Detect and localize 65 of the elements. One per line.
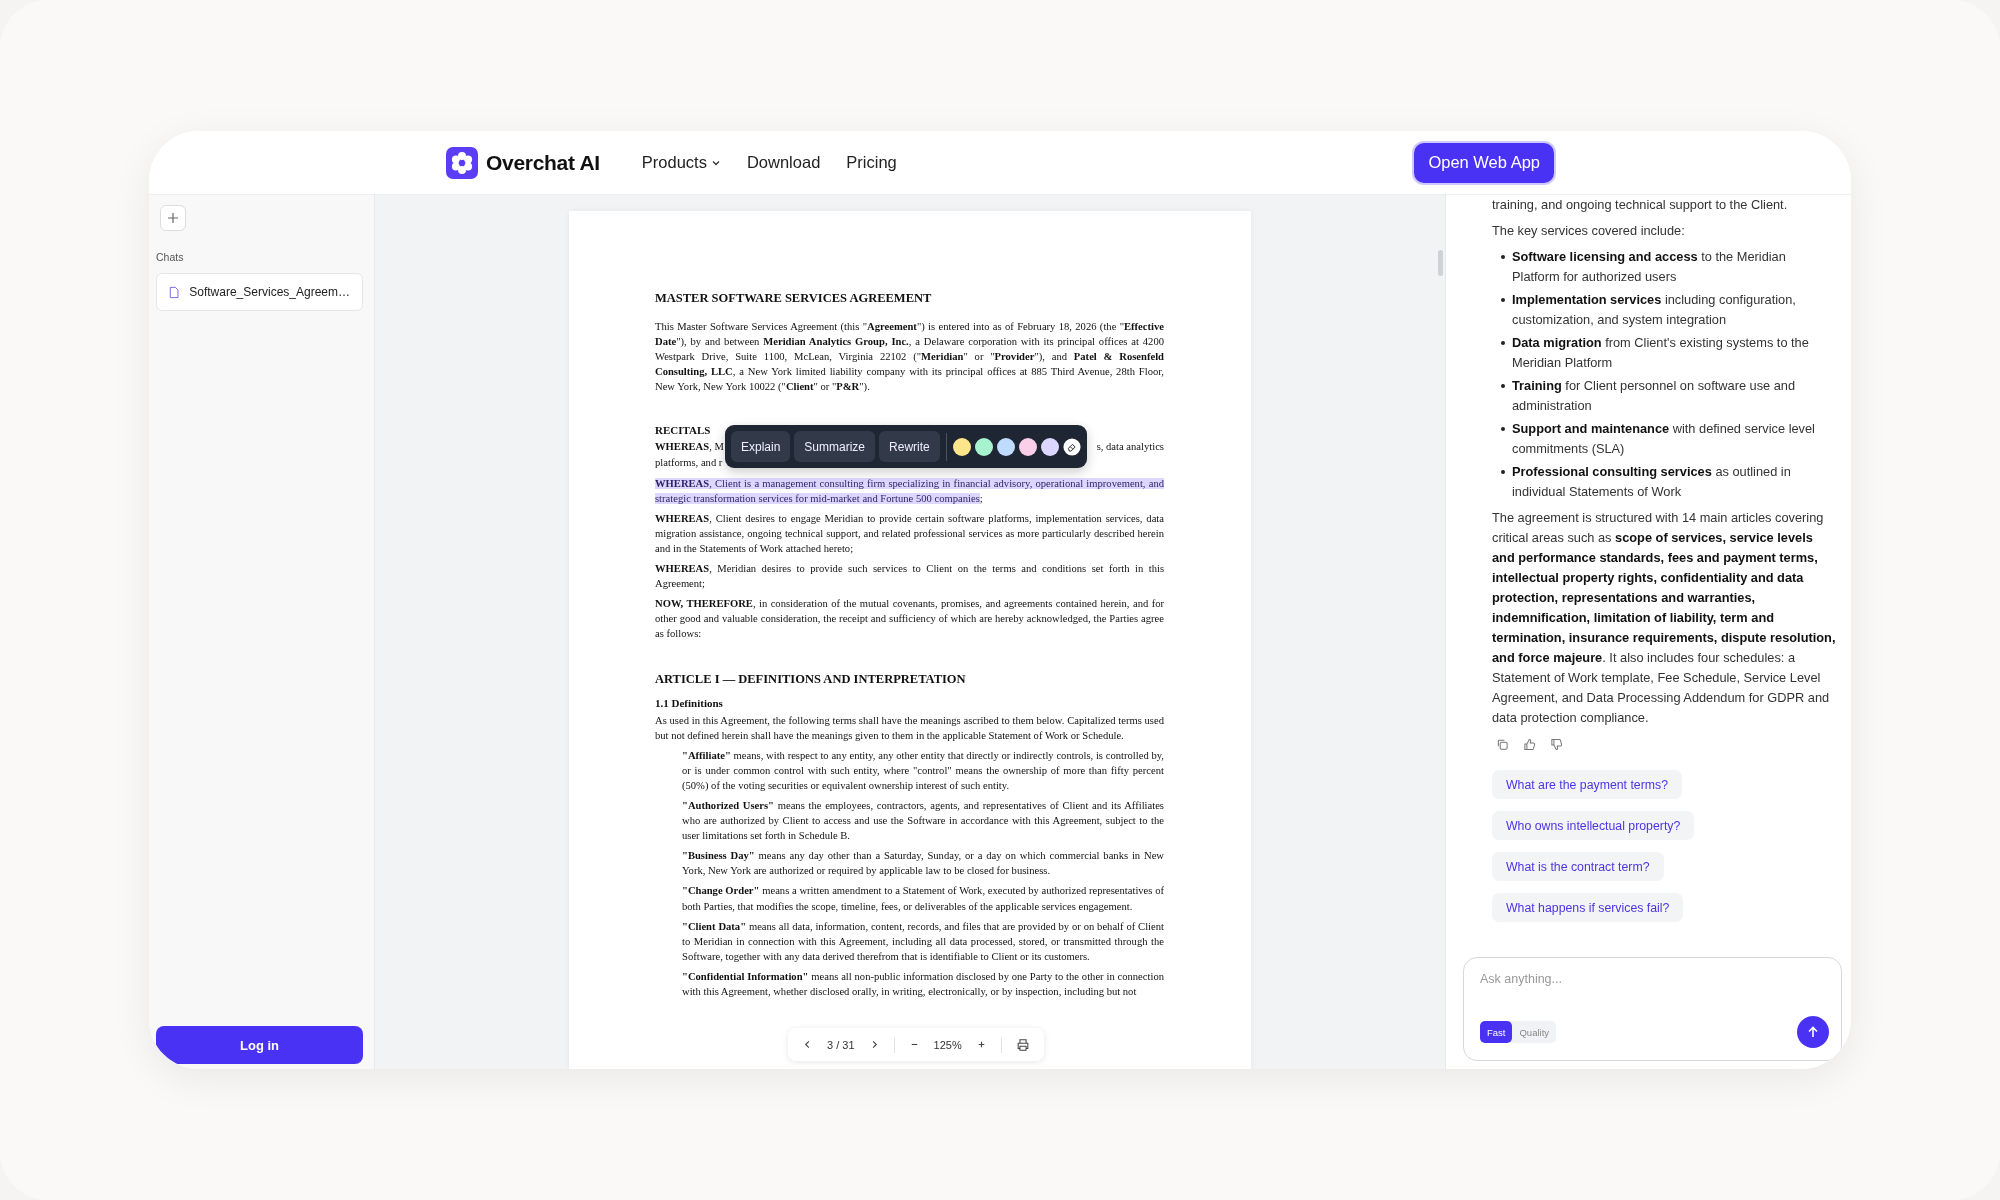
definition-paragraph: "Authorized Users" means the employees, contractors, agents, and representatives of Client and its Affiliates who are authorized by Client to access and use the Software in accordance with this Agreement, subject to the user limitations set forth in Schedule B.: [682, 798, 1164, 844]
definition-paragraph: "Client Data" means all data, information, content, records, and files that are provided by or on behalf of Client to Meridian in connection with this Agreement, including all data processed, stored, or transmitted through the Software, together with any data derived therefrom that is identifiable to Client or its customers.: [682, 919, 1164, 964]
login-button[interactable]: Log in: [156, 1026, 363, 1064]
file-icon: [169, 285, 180, 299]
highlight-swatch[interactable]: [1018, 437, 1037, 456]
plus-icon: [167, 212, 179, 224]
highlight-swatch[interactable]: [974, 437, 993, 456]
subsection-heading: 1.1 Definitions: [655, 696, 724, 709]
bullet-icon: [1501, 427, 1505, 431]
highlight-swatch[interactable]: [996, 437, 1015, 456]
paragraph-fragment: platforms, and r: [655, 456, 723, 468]
message-input[interactable]: Ask anything...: [1480, 972, 1829, 986]
paragraph: NOW, THEREFORE, in consideration of the mutual covenants, promises, and agreements contained herein, and for other good and valuable consideration, the receipt and sufficiency of which are hereby acknowledged, the Parties agree as follows:: [655, 597, 1164, 642]
suggestion-chip[interactable]: Who owns intellectual property?: [1492, 811, 1695, 840]
suggestion-chip[interactable]: What are the payment terms?: [1492, 770, 1682, 799]
send-button[interactable]: [1797, 1016, 1829, 1048]
brand-name[interactable]: Overchat AI: [486, 150, 600, 175]
paragraph: This Master Software Services Agreement (this "Agreement") is entered into as of February 18, 2026 (the "Effective Date"), by and between Meridian Analytics Group, Inc., a Delaware corporation with its principal offices at 4200 Westpark Drive, Suite 1100, McLean, Virginia 22102 ("Meridian" or "Provider"), and Patel & Rosenfeld Consulting, LLC, a New York limited liability company with its principal offices at 885 Third Avenue, 28th Floor, New York, New York 10022 ("Client" or "P&R").: [655, 320, 1164, 395]
scrollbar-thumb[interactable]: [1438, 250, 1443, 276]
bullet-icon: [1501, 341, 1505, 345]
nav-link[interactable]: Pricing: [846, 153, 897, 172]
thumbs-down-icon[interactable]: [1550, 738, 1563, 751]
zoom-level: 125%: [933, 1038, 962, 1051]
section-label: Chats: [156, 251, 185, 263]
paragraph: As used in this Agreement, the following terms shall have the meanings ascribed to them below. Capitalized terms used but not defined herein shall have the meanings given to them in the applicable Statement of Work or Schedule.: [655, 713, 1164, 743]
paragraph: WHEREAS, Client is a management consulting firm specializing in financial advisory, operational improvement, and strategic transformation services for mid-market and Fortune 500 companies;: [655, 476, 1164, 506]
list-item-text: Professional consulting services as outlined in individual Statements of Work: [1512, 463, 1792, 501]
bullet-icon: [1501, 470, 1505, 474]
definition-paragraph: "Business Day" means any day other than a Saturday, Sunday, or a day on which commercial banks in New York, New York are authorized or required by applicable law to be closed for business.: [682, 849, 1164, 879]
definition-paragraph: "Change Order" means a written amendment to a Statement of Work, executed by authorized representatives of both Parties, that modifies the scope, timeline, fees, or deliverables of the applicable services engagement.: [682, 884, 1164, 914]
highlight-swatch[interactable]: [1040, 437, 1059, 456]
eraser-icon[interactable]: [1062, 437, 1081, 456]
answer-text: training, and ongoing technical support to the Client.: [1492, 196, 1789, 214]
nav-link[interactable]: Products: [641, 153, 721, 172]
chat-item[interactable]: Software_Services_Agreem…: [156, 273, 363, 311]
nav-link[interactable]: Download: [746, 153, 821, 172]
answer-text: The key services covered include:: [1492, 222, 1686, 240]
suggestion-chip[interactable]: What happens if services fail?: [1492, 893, 1684, 922]
thumbs-up-icon[interactable]: [1523, 738, 1536, 751]
copy-icon[interactable]: [1496, 738, 1509, 751]
definition-paragraph: "Confidential Information" means all non-public information disclosed by one Party to the other in connection with this Agreement, whether disclosed orally, in writing, electronically, or by inspection, including but not: [682, 969, 1164, 999]
paragraph: WHEREAS, Meridian desires to provide such services to Client on the terms and conditions set forth in this Agreement;: [655, 562, 1164, 592]
bullet-icon: [1501, 384, 1505, 388]
logo-icon[interactable]: [446, 146, 478, 179]
toolbar-action[interactable]: Explain: [731, 431, 791, 463]
toolbar-action[interactable]: Rewrite: [879, 431, 940, 463]
section-heading: RECITALS: [655, 424, 712, 437]
arrow-up-icon: [1806, 1025, 1820, 1039]
suggestion-chip[interactable]: What is the contract term?: [1492, 852, 1664, 881]
answer-text: The agreement is structured with 14 main articles covering critical areas such as scope of services, service levels and performance standards, fees and payment terms, intellectual property rights, confidentiality and data protection, representations and warranties, indemnification, limitation of liability, term and termination, insurance requirements, dispute resolution, and force majeure. It also includes four schedules: a Statement of Work template, Fee Schedule, Service Level Agreement, and Data Processing Addendum for GDPR and data protection compliance.: [1492, 509, 1837, 727]
article-heading: ARTICLE I — DEFINITIONS AND INTERPRETATION: [655, 671, 967, 687]
paragraph: WHEREAS, Client desires to engage Meridian to provide certain software platforms, implementation services, data migration assistance, ongoing technical support, and related professional services as more particularly described herein and in the Statements of Work attached hereto;: [655, 511, 1164, 556]
page-indicator: 3 / 31: [827, 1038, 855, 1051]
document-title: MASTER SOFTWARE SERVICES AGREEMENT: [655, 291, 933, 306]
paragraph-fragment: s, data analytics: [1096, 440, 1164, 455]
bullet-icon: [1501, 255, 1505, 259]
paragraph-fragment: WHEREAS, M: [655, 440, 724, 455]
mode-option[interactable]: Fast: [1480, 1021, 1513, 1043]
definition-paragraph: "Affiliate" means, with respect to any entity, any other entity that directly or indirectly controls, is controlled by, or is under common control with such entity, where "control" means the ownership of more than fifty percent (50%) of the voting securities or equivalent ownership interest of such entity.: [682, 748, 1164, 793]
highlight-swatch[interactable]: [952, 437, 971, 456]
open-web-app-button[interactable]: Open Web App: [1414, 142, 1554, 183]
toolbar-action[interactable]: Summarize: [794, 431, 876, 463]
list-item-text: Support and maintenance with defined service level commitments (SLA): [1512, 420, 1816, 458]
printer-icon[interactable]: [1015, 1037, 1030, 1052]
bullet-icon: [1501, 298, 1505, 302]
